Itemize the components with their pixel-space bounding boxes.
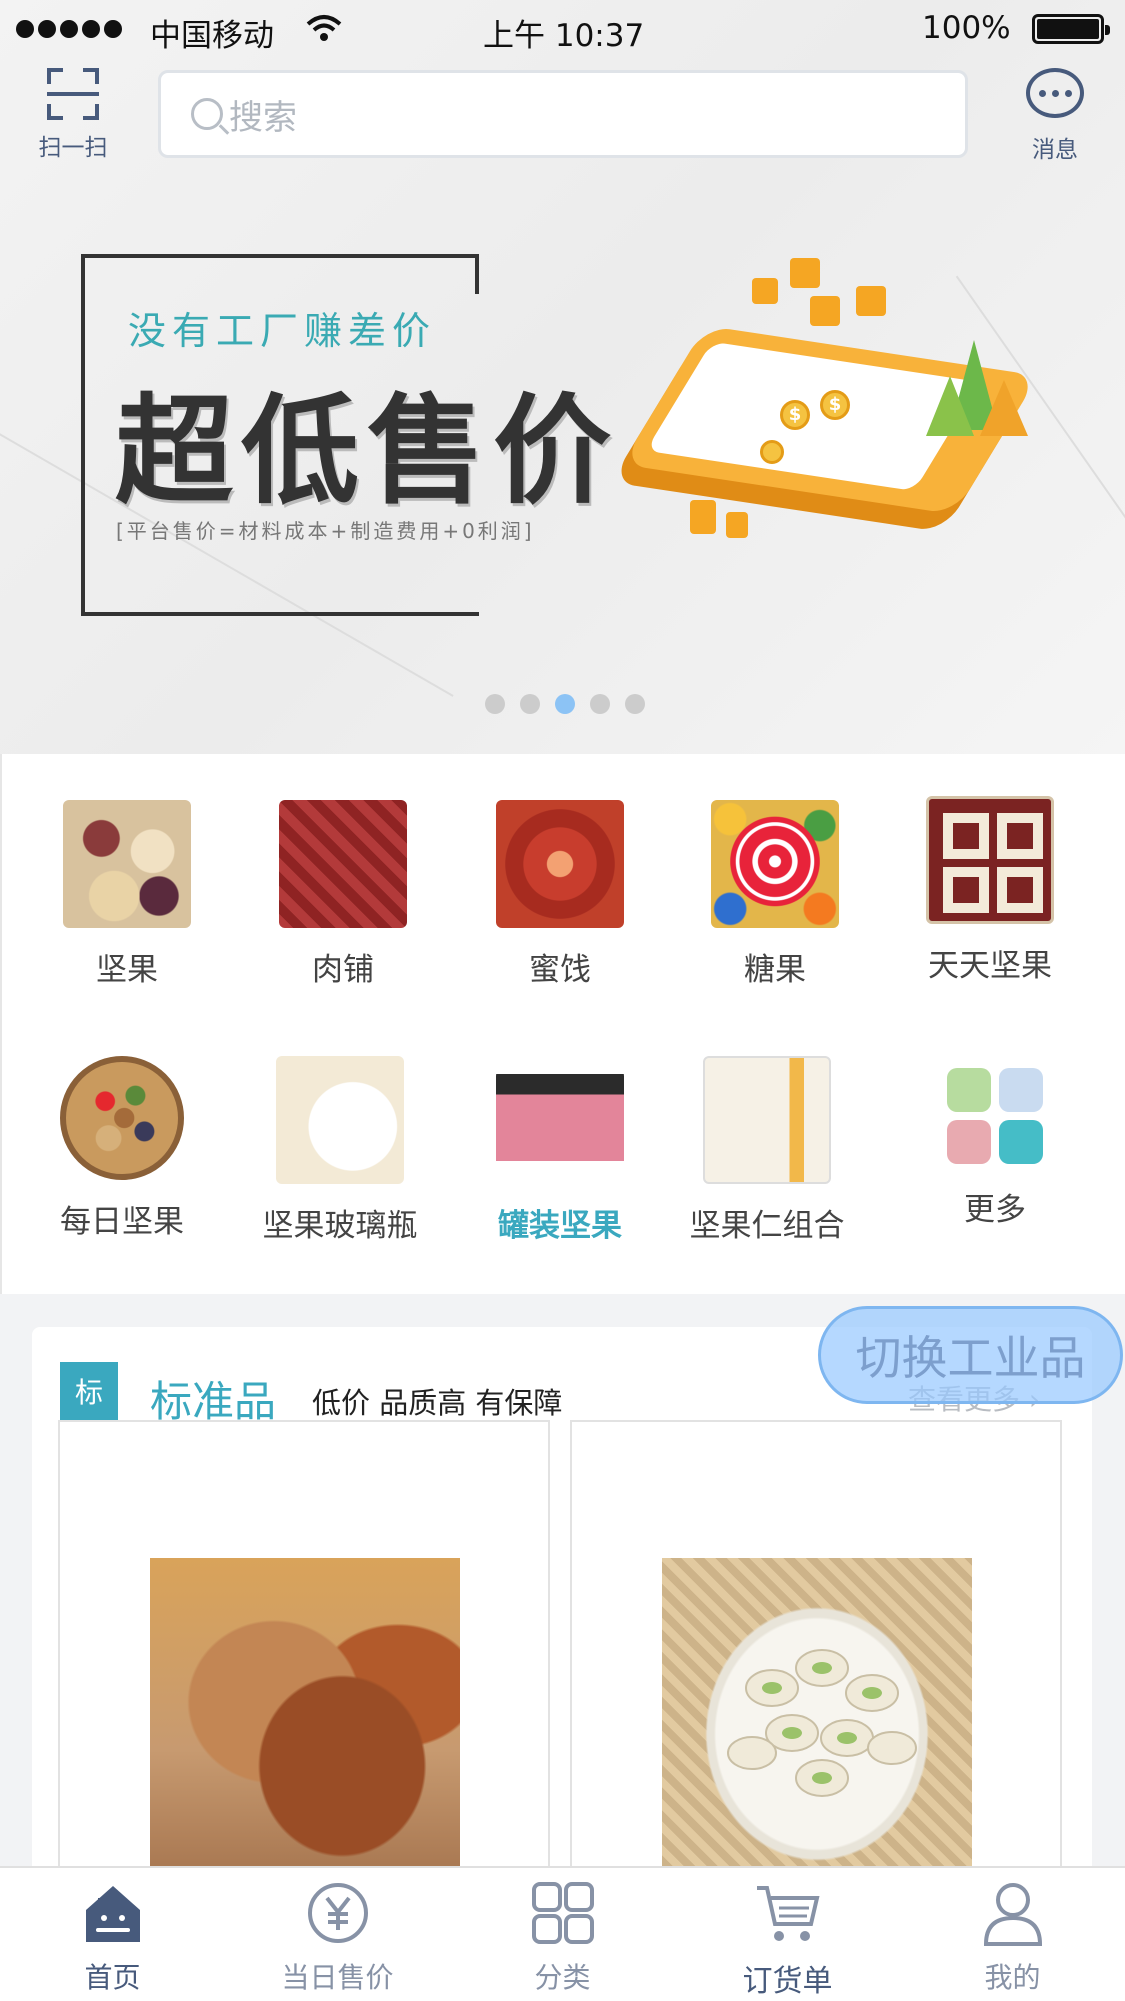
- jerky-photo: [279, 800, 407, 928]
- tab-category[interactable]: 分类: [450, 1868, 675, 2001]
- category-label: 天天坚果: [928, 948, 1052, 984]
- nut-kernel-can-photo: [703, 1056, 831, 1184]
- carousel-dot[interactable]: [485, 694, 505, 714]
- carousel-dot[interactable]: [520, 694, 540, 714]
- pistachio-photo: [662, 1558, 972, 1878]
- category-item-more[interactable]: 更多: [895, 1056, 1095, 1229]
- category-item-daily-nuts[interactable]: 每日坚果: [22, 1056, 222, 1241]
- coin-icon: $: [820, 390, 850, 420]
- section-slogan: 低价 品质高 有保障: [312, 1386, 563, 1420]
- category-label: 每日坚果: [60, 1204, 184, 1240]
- carousel-dot[interactable]: [625, 694, 645, 714]
- category-label: 糖果: [744, 952, 806, 988]
- tab-home[interactable]: 首页: [0, 1868, 225, 2001]
- coin-icon: [760, 440, 784, 464]
- tab-mine[interactable]: 我的: [900, 1868, 1125, 2001]
- status-bar: 中国移动 上午 10:37 100%: [0, 0, 1125, 60]
- home-icon: [85, 1886, 140, 1942]
- message-label: 消息: [1032, 137, 1078, 163]
- category-label: 坚果: [96, 952, 158, 988]
- cart-icon: [756, 1886, 820, 1941]
- tab-label: 首页: [84, 1961, 141, 1994]
- tab-label: 当日售价: [281, 1961, 394, 1994]
- tab-daily-price[interactable]: 当日售价: [225, 1868, 450, 2001]
- cube-icon: [856, 286, 886, 316]
- grid-icon: [531, 1882, 594, 1944]
- banner-subtitle: 没有工厂赚差价: [128, 309, 437, 353]
- tiantian-logo: [926, 796, 1054, 924]
- tab-label: 订货单: [742, 1964, 833, 1999]
- category-label-active: 罐装坚果: [498, 1208, 622, 1244]
- search-placeholder: 搜索: [229, 97, 297, 138]
- switch-industrial-button[interactable]: 切换工业品: [818, 1306, 1123, 1404]
- bottom-tab-bar: 首页 当日售价 分类 订货单 我的: [0, 1866, 1125, 2001]
- tab-label: 分类: [534, 1961, 591, 1994]
- category-item-candy[interactable]: 糖果: [675, 800, 875, 989]
- category-item-tiantian-nuts[interactable]: 天天坚果: [890, 796, 1090, 985]
- carousel-dot-active[interactable]: [555, 694, 575, 714]
- cube-icon: [790, 258, 820, 288]
- carrier-name: 中国移动: [150, 18, 274, 54]
- category-item-canned-nuts[interactable]: 罐装坚果: [460, 1056, 660, 1245]
- canned-nuts-photo: [496, 1056, 624, 1184]
- scan-label: 扫一扫: [38, 135, 108, 161]
- brand-logo-icon: [943, 813, 1043, 913]
- scan-button[interactable]: 扫一扫: [30, 62, 116, 162]
- coin-icon: $: [780, 400, 810, 430]
- chat-bubble-icon: [1026, 68, 1084, 118]
- category-item-jerky[interactable]: 肉铺: [243, 800, 443, 989]
- cube-icon: [726, 512, 748, 538]
- search-icon: [191, 98, 223, 130]
- category-label: 坚果玻璃瓶: [262, 1208, 418, 1244]
- candied-fruit-photo: [496, 800, 624, 928]
- cube-icon: [690, 500, 716, 534]
- category-item-candied-fruit[interactable]: 蜜饯: [460, 800, 660, 989]
- carousel-dot[interactable]: [590, 694, 610, 714]
- user-icon: [983, 1883, 1042, 1946]
- nut-jar-photo: [276, 1056, 404, 1184]
- lollipop-photo: [711, 800, 839, 928]
- wifi-icon: [306, 15, 342, 41]
- cube-icon: [752, 278, 778, 304]
- daily-nuts-photo: [60, 1056, 184, 1180]
- category-label: 更多: [964, 1192, 1026, 1228]
- phone-shopping-illustration: $ $: [621, 250, 1050, 550]
- category-label: 蜜饯: [529, 952, 591, 988]
- banner-frame-edge: [475, 254, 479, 294]
- yuan-icon: [307, 1883, 368, 1943]
- tree-icon: [980, 380, 1028, 436]
- carousel-indicator: [485, 694, 645, 714]
- more-grid-icon: [947, 1068, 1043, 1164]
- banner-headline: 超低售价: [115, 382, 620, 520]
- category-item-nut-kernel-combo[interactable]: 坚果仁组合: [667, 1056, 867, 1245]
- search-input[interactable]: 搜索: [158, 70, 968, 158]
- pecan-photo: [150, 1558, 460, 1878]
- signal-strength-icon: [16, 20, 122, 38]
- tab-label: 我的: [984, 1961, 1041, 1994]
- battery-percent: 100%: [922, 10, 1011, 46]
- pistachio-illustration: [727, 1649, 917, 1797]
- scan-icon: [47, 68, 99, 120]
- battery-icon: [1032, 14, 1110, 44]
- message-button[interactable]: 消息: [1010, 68, 1100, 164]
- banner-formula: [平台售价=材料成本+制造费用+0利润]: [116, 519, 535, 543]
- standard-badge: 标: [60, 1362, 118, 1420]
- status-time: 上午 10:37: [483, 18, 645, 54]
- tree-icon: [926, 376, 974, 436]
- cube-icon: [810, 296, 840, 326]
- nuts-photo: [63, 800, 191, 928]
- category-item-nuts[interactable]: 坚果: [27, 800, 227, 989]
- category-item-nut-jar[interactable]: 坚果玻璃瓶: [240, 1056, 440, 1245]
- tab-order-list[interactable]: 订货单: [675, 1868, 900, 2001]
- category-label: 坚果仁组合: [689, 1208, 845, 1244]
- category-label: 肉铺: [312, 952, 374, 988]
